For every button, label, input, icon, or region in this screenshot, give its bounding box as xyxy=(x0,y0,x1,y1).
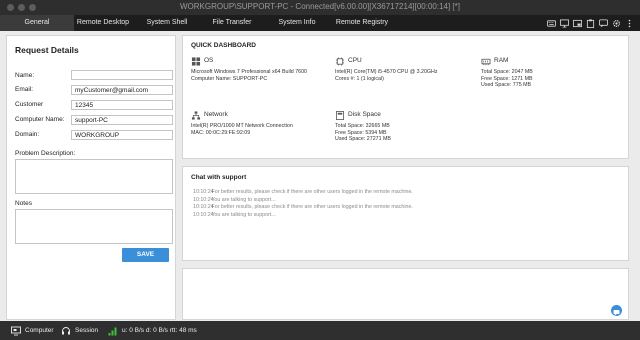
computer-button[interactable]: Computer xyxy=(11,325,54,336)
screen-share-icon[interactable] xyxy=(573,19,582,28)
customer-label: Customer xyxy=(15,101,44,108)
session-label: Session xyxy=(75,327,99,334)
keyboard-icon[interactable] xyxy=(547,19,556,28)
connection-stats: u: 0 B/s d: 0 B/s rtt: 48 ms xyxy=(108,325,197,336)
cpu-icon xyxy=(335,57,345,66)
disk-total: Total Space: 32665 MB xyxy=(335,123,390,129)
chat-bubble-icon xyxy=(613,310,620,316)
chat-icon[interactable] xyxy=(599,18,608,28)
disk-space-title: Disk Space xyxy=(348,111,381,119)
tab-remote-registry[interactable]: Remote Registry xyxy=(329,15,395,31)
request-details-title: Request Details xyxy=(15,45,79,55)
domain-label: Domain: xyxy=(15,131,40,138)
window-title: WORKGROUP\SUPPORT-PC - Connected[v6.00.0… xyxy=(180,2,460,11)
chat-message-time: 10:10:24 xyxy=(193,211,214,218)
os-version: Microsoft Windows 7 Professional x64 Bui… xyxy=(191,69,307,75)
email-label: Email: xyxy=(15,86,34,93)
tab-system-shell[interactable]: System Shell xyxy=(137,15,197,31)
disk-icon xyxy=(335,111,345,120)
chat-message-text: For better results, please check if ther… xyxy=(211,189,413,195)
send-message-button[interactable] xyxy=(611,305,622,316)
more-icon[interactable] xyxy=(625,19,634,28)
cpu-model: Intel(R) Core(TM) i5-4570 CPU @ 3.20GHz xyxy=(335,69,438,75)
ram-section: RAM Total Space: 2047 MB Free Space: 127… xyxy=(481,57,533,89)
notes-label: Notes xyxy=(15,200,32,207)
headset-icon xyxy=(62,326,70,334)
network-title: Network xyxy=(204,111,228,119)
name-field[interactable] xyxy=(71,70,173,80)
tab-file-transfer[interactable]: File Transfer xyxy=(202,15,262,31)
ram-title: RAM xyxy=(494,57,509,65)
name-label: Name: xyxy=(15,72,35,79)
quick-dashboard-title: QUICK DASHBOARD xyxy=(191,42,256,49)
domain-field[interactable] xyxy=(71,130,173,140)
ram-used: Used Space: 775 MB xyxy=(481,82,532,88)
network-icon xyxy=(191,111,201,120)
chat-compose-field[interactable] xyxy=(182,268,629,320)
email-field[interactable] xyxy=(71,85,173,95)
problem-description-label: Problem Description: xyxy=(15,150,76,157)
chat-log: 10:10:24 For better results, please chec… xyxy=(193,189,413,219)
network-adapter: Intel(R) PRO/1000 MT Network Connection xyxy=(191,123,293,129)
signal-icon xyxy=(108,327,117,335)
computer-name-label: Computer Name: xyxy=(15,116,65,123)
network-section: Network Intel(R) PRO/1000 MT Network Con… xyxy=(191,111,293,136)
cpu-cores: Cores #: 1 (1 logical) xyxy=(335,75,384,82)
disk-used: Used Space: 27271 MB xyxy=(335,136,391,142)
chat-panel: Chat with support 10:10:24 For better re… xyxy=(182,166,629,261)
main-area: Request Details Name: Email: Customer Co… xyxy=(0,31,640,321)
chat-message-text: For better results, please check if ther… xyxy=(211,204,413,210)
computer-name-field[interactable] xyxy=(71,115,173,125)
cpu-title: CPU xyxy=(348,57,362,65)
clipboard-icon[interactable] xyxy=(586,18,595,28)
disk-space-section: Disk Space Total Space: 32665 MB Free Sp… xyxy=(335,111,391,143)
ram-total: Total Space: 2047 MB xyxy=(481,69,533,75)
os-title: OS xyxy=(204,57,214,65)
session-button[interactable]: Session xyxy=(61,325,98,336)
chat-message: 10:10:24 For better results, please chec… xyxy=(193,204,413,212)
tab-general[interactable]: General xyxy=(0,15,74,31)
request-details-panel: Request Details Name: Email: Customer Co… xyxy=(6,35,176,320)
status-bar: Computer Session u: 0 B/s d: 0 B/s rtt: … xyxy=(0,321,640,340)
chat-message-text: You are talking to support... xyxy=(211,211,276,218)
settings-icon[interactable] xyxy=(612,19,621,28)
ram-icon xyxy=(481,58,491,66)
connection-stats-text: u: 0 B/s d: 0 B/s rtt: 48 ms xyxy=(122,327,197,334)
network-mac: MAC: 00:0C:29:FE:92:09 xyxy=(191,129,251,136)
chat-message-time: 10:10:24 xyxy=(193,204,214,210)
save-button[interactable]: SAVE xyxy=(122,248,169,262)
toolbar xyxy=(547,18,634,28)
chat-title: Chat with support xyxy=(191,174,247,181)
problem-description-field[interactable] xyxy=(15,159,173,194)
os-computer-name: Computer Name: SUPPORT-PC xyxy=(191,75,268,82)
cpu-section: CPU Intel(R) Core(TM) i5-4570 CPU @ 3.20… xyxy=(335,57,438,82)
chat-message-time: 10:10:24 xyxy=(193,196,214,203)
chat-message-time: 10:10:24 xyxy=(193,189,214,195)
computer-label: Computer xyxy=(25,327,54,334)
title-bar: WORKGROUP\SUPPORT-PC - Connected[v6.00.0… xyxy=(0,0,640,15)
os-section: OS Microsoft Windows 7 Professional x64 … xyxy=(191,57,307,82)
chat-message-text: You are talking to support... xyxy=(211,196,276,203)
chat-message: 10:10:24 For better results, please chec… xyxy=(193,189,413,197)
quick-dashboard-panel: QUICK DASHBOARD OS Microsoft Windows 7 P… xyxy=(182,35,629,159)
monitor-icon[interactable] xyxy=(560,18,569,28)
customer-field[interactable] xyxy=(71,100,173,110)
tab-remote-desktop[interactable]: Remote Desktop xyxy=(74,15,132,31)
chat-message: 10:10:24 You are talking to support... xyxy=(193,212,413,220)
chat-message: 10:10:24 You are talking to support... xyxy=(193,197,413,205)
computer-icon xyxy=(11,326,21,335)
tab-system-info[interactable]: System Info xyxy=(266,15,328,31)
windows-icon xyxy=(191,57,201,66)
notes-field[interactable] xyxy=(15,209,173,244)
tab-bar: General Remote Desktop System Shell File… xyxy=(0,15,640,31)
